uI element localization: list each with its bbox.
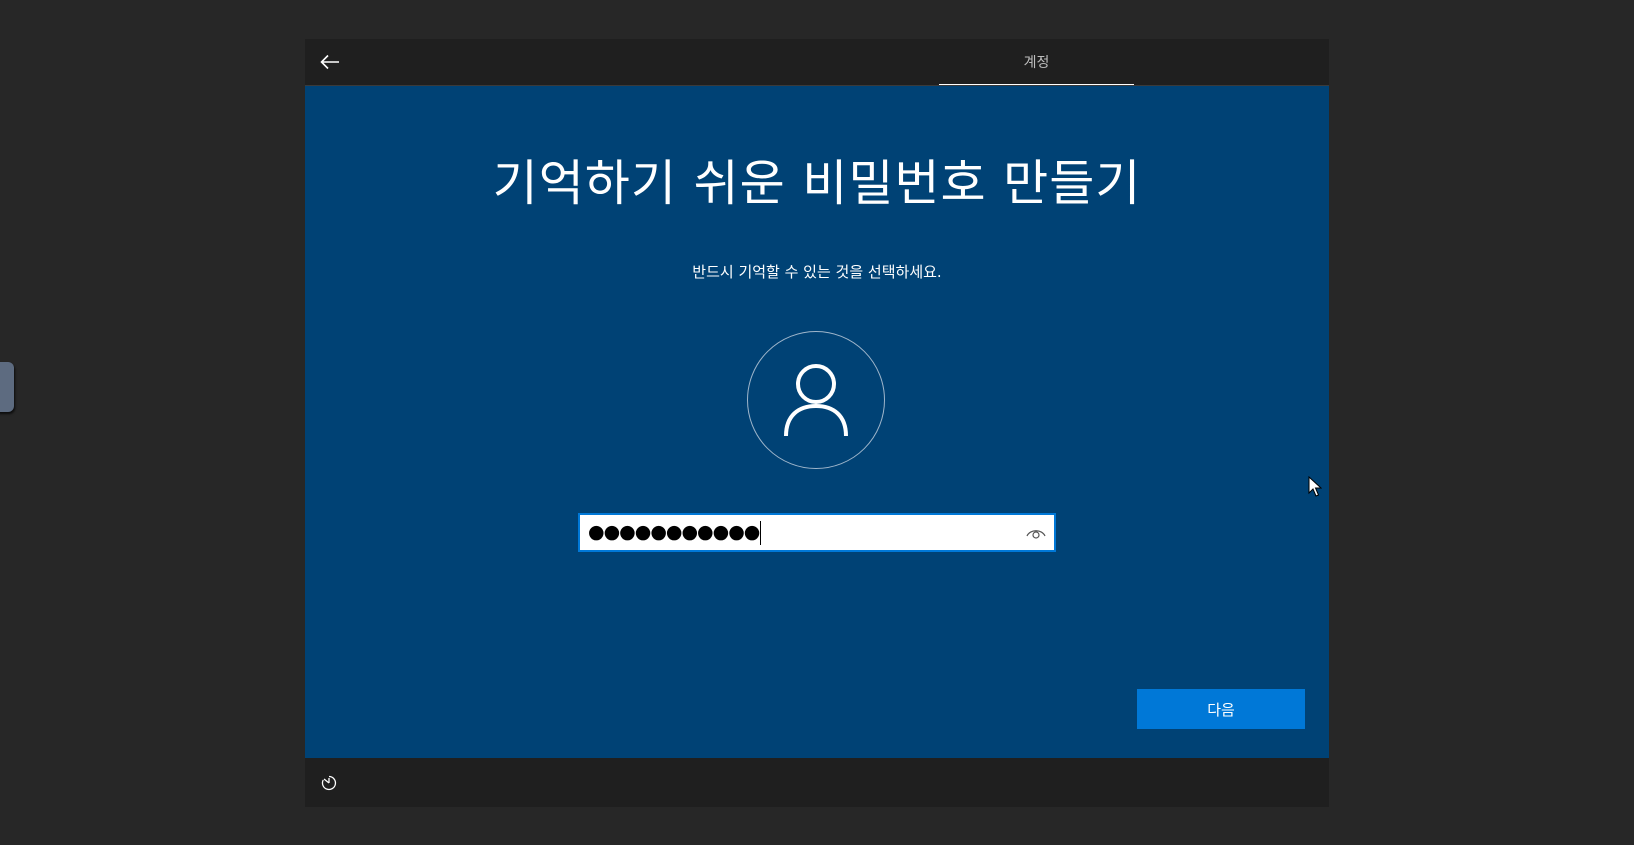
ease-of-access-button[interactable]	[319, 773, 339, 793]
desktop: 계정 기억하기 쉬운 비밀번호 만들기 반드시 기억할 수 있는 것을 선택하세…	[0, 0, 1634, 845]
side-panel-handle[interactable]	[0, 362, 14, 412]
password-input[interactable]: ●●●●●●●●●●●	[578, 513, 1056, 552]
arrow-left-icon	[320, 54, 339, 70]
tab-account-label: 계정	[1023, 55, 1050, 71]
ease-of-access-icon	[321, 775, 337, 791]
back-button[interactable]	[315, 47, 345, 77]
text-caret	[760, 520, 762, 545]
person-icon	[784, 364, 848, 437]
avatar	[747, 331, 885, 469]
next-button[interactable]: 다음	[1137, 689, 1305, 729]
tab-account: 계정	[939, 39, 1134, 86]
top-bar: 계정	[305, 39, 1329, 86]
eye-icon	[1026, 530, 1046, 539]
content-panel: 기억하기 쉬운 비밀번호 만들기 반드시 기억할 수 있는 것을 선택하세요. …	[305, 86, 1329, 758]
page-title: 기억하기 쉬운 비밀번호 만들기	[492, 155, 1142, 212]
bottom-bar	[305, 758, 1329, 807]
password-value: ●●●●●●●●●●●	[588, 520, 762, 545]
page-subtitle: 반드시 기억할 수 있는 것을 선택하세요.	[692, 263, 942, 281]
reveal-password-button[interactable]	[1024, 521, 1048, 545]
setup-window: 계정 기억하기 쉬운 비밀번호 만들기 반드시 기억할 수 있는 것을 선택하세…	[305, 39, 1329, 807]
